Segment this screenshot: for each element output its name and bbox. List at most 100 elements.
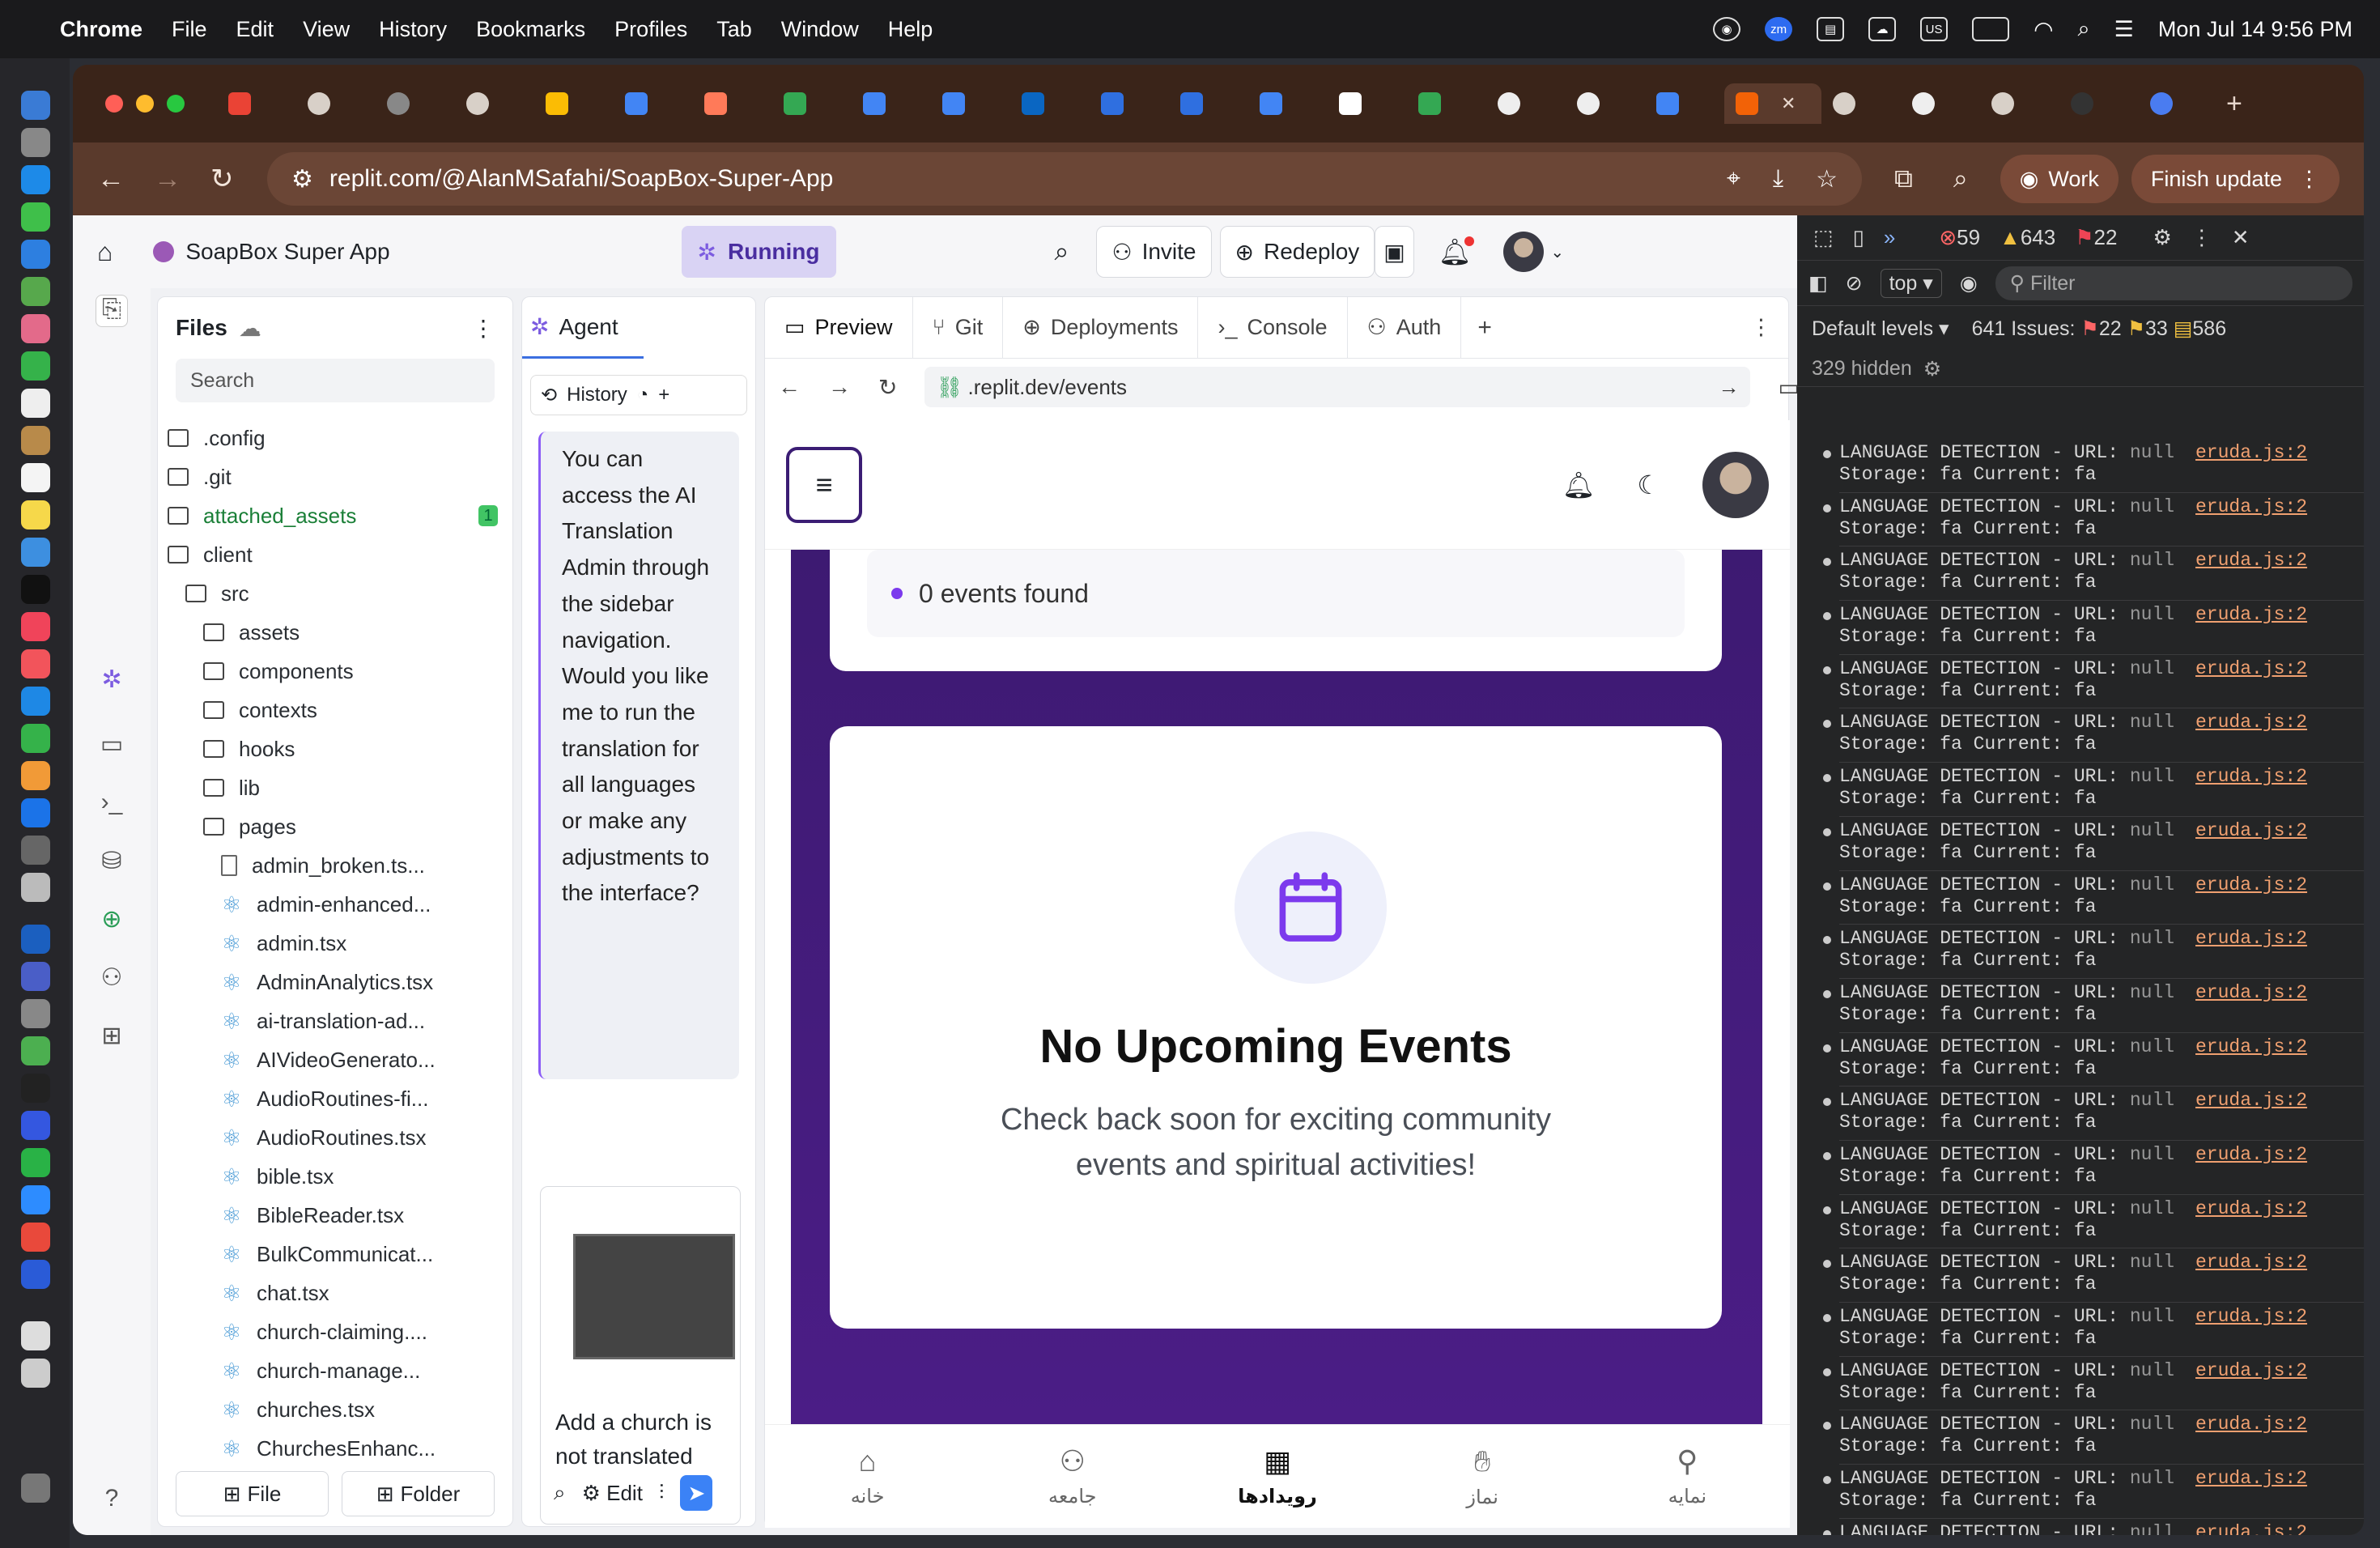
- agent-tab[interactable]: ✲ Agent: [522, 297, 644, 359]
- signal-icon[interactable]: [21, 1111, 50, 1140]
- maps-icon[interactable]: [21, 277, 50, 306]
- browser-tab[interactable]: [1566, 83, 1645, 124]
- mail-icon[interactable]: [21, 240, 50, 269]
- devtools-settings-icon[interactable]: ⚙: [2153, 225, 2171, 250]
- document-icon[interactable]: [21, 1321, 50, 1350]
- files-menu-icon[interactable]: ⋮: [472, 315, 495, 342]
- profile-work-button[interactable]: ◉ Work: [2000, 155, 2119, 203]
- notifications-bell-icon[interactable]: 🔔︎: [1439, 236, 1475, 267]
- app-user-avatar[interactable]: [1702, 451, 1769, 518]
- attached-screenshot-thumbnail[interactable]: [573, 1234, 735, 1359]
- console-log-row[interactable]: LANGUAGE DETECTION - URL: null Storage: f…: [1823, 1087, 2364, 1141]
- console-log-row[interactable]: LANGUAGE DETECTION - URL: null Storage: f…: [1823, 1195, 2364, 1249]
- screen-icon[interactable]: ▤: [1817, 17, 1845, 41]
- console-log-row[interactable]: LANGUAGE DETECTION - URL: null Storage: f…: [1823, 1357, 2364, 1411]
- preview-app-icon[interactable]: [21, 873, 50, 902]
- file-row[interactable]: ⚛ bible.tsx: [158, 1157, 512, 1196]
- console-log-row[interactable]: LANGUAGE DETECTION - URL: null Storage: f…: [1823, 1141, 2364, 1195]
- console-log-row[interactable]: LANGUAGE DETECTION - URL: null Storage: f…: [1823, 655, 2364, 709]
- browser-tab[interactable]: [1090, 83, 1169, 124]
- chevron-down-icon[interactable]: ⌄: [1550, 242, 1564, 262]
- info-count-badge[interactable]: ⚑22: [2075, 225, 2117, 250]
- console-log-row[interactable]: LANGUAGE DETECTION - URL: null Storage: f…: [1823, 1465, 2364, 1519]
- close-tab-icon[interactable]: ✕: [1781, 93, 1796, 114]
- database-tool-icon[interactable]: ⛁: [96, 847, 128, 879]
- zoom-window-button[interactable]: [167, 95, 185, 113]
- folder-row[interactable]: assets: [158, 613, 512, 652]
- file-row[interactable]: ⚛ AudioRoutines-fi...: [158, 1079, 512, 1118]
- keynote-icon[interactable]: [21, 687, 50, 716]
- home-icon[interactable]: ⌂: [97, 237, 113, 267]
- console-log-row[interactable]: LANGUAGE DETECTION - URL: null Storage: f…: [1823, 1303, 2364, 1357]
- safari-icon[interactable]: [21, 165, 50, 194]
- new-file-button[interactable]: ⊞ File: [176, 1471, 329, 1516]
- whatsapp-icon[interactable]: [21, 1148, 50, 1177]
- go-arrow-icon[interactable]: →: [1718, 375, 1739, 400]
- freeform-icon[interactable]: [21, 538, 50, 567]
- menu-file[interactable]: File: [172, 17, 207, 42]
- browser-tab[interactable]: [772, 83, 852, 124]
- location-icon[interactable]: ⌖: [1727, 165, 1740, 194]
- console-log-row[interactable]: LANGUAGE DETECTION - URL: null Storage: f…: [1823, 979, 2364, 1033]
- agent-tool-icon[interactable]: ✲: [96, 666, 128, 698]
- menu-edit[interactable]: Edit: [236, 17, 274, 42]
- log-source-link[interactable]: eruda.js:2: [2195, 1198, 2307, 1220]
- log-source-link[interactable]: eruda.js:2: [2195, 1090, 2307, 1112]
- log-levels-dropdown[interactable]: Default levels ▾: [1812, 317, 1949, 341]
- browser-tab[interactable]: [2139, 83, 2218, 124]
- search-icon[interactable]: ⌕: [1055, 236, 1069, 267]
- console-log-row[interactable]: LANGUAGE DETECTION - URL: null Storage: f…: [1823, 1033, 2364, 1087]
- file-row[interactable]: ⚛ ai-translation-ad...: [158, 1002, 512, 1040]
- tab-search-icon[interactable]: ⌕: [1953, 164, 1968, 194]
- site-info-icon[interactable]: ⚙: [291, 165, 313, 194]
- browser-tab[interactable]: [296, 83, 376, 124]
- live-expression-eye-icon[interactable]: ◉: [1960, 271, 1978, 296]
- log-source-link[interactable]: eruda.js:2: [2195, 1468, 2307, 1490]
- log-source-link[interactable]: eruda.js:2: [2195, 928, 2307, 950]
- tab-git[interactable]: ⑂ Git: [913, 296, 1004, 359]
- downloads-icon[interactable]: [21, 1359, 50, 1388]
- log-source-link[interactable]: eruda.js:2: [2195, 820, 2307, 842]
- console-log-row[interactable]: LANGUAGE DETECTION - URL: null Storage: f…: [1823, 546, 2364, 602]
- browser-tab[interactable]: [1486, 83, 1566, 124]
- onepassword-icon[interactable]: [21, 1260, 50, 1289]
- file-row[interactable]: ⚛ church-claiming....: [158, 1312, 512, 1351]
- console-log-row[interactable]: LANGUAGE DETECTION - URL: null Storage: f…: [1823, 871, 2364, 925]
- news-icon[interactable]: [21, 649, 50, 678]
- menu-tab[interactable]: Tab: [716, 17, 752, 42]
- invite-button[interactable]: ⚇ Invite: [1096, 226, 1212, 278]
- terminal-icon[interactable]: [21, 1074, 50, 1103]
- attach-icon[interactable]: ⌕: [554, 1480, 566, 1506]
- all-tools-icon[interactable]: ⊞: [96, 1022, 128, 1054]
- folder-row[interactable]: pages: [158, 807, 512, 846]
- log-source-link[interactable]: eruda.js:2: [2195, 1360, 2307, 1382]
- deploy-tool-icon[interactable]: ⊕: [96, 905, 128, 938]
- zoom-status-icon[interactable]: zm: [1765, 17, 1793, 41]
- teams-icon[interactable]: ☁: [1868, 17, 1897, 41]
- compose-text[interactable]: Add a church is not translated: [555, 1406, 742, 1474]
- sheets-icon[interactable]: [21, 1036, 50, 1065]
- browser-tab[interactable]: [2059, 83, 2139, 124]
- folder-row[interactable]: components: [158, 652, 512, 691]
- forward-icon[interactable]: →: [154, 164, 210, 195]
- hamburger-menu-button[interactable]: ≡: [786, 446, 862, 523]
- browser-tab[interactable]: [1407, 83, 1486, 124]
- browser-tab[interactable]: [852, 83, 931, 124]
- new-chat-icon[interactable]: +: [658, 384, 669, 406]
- devtools-menu-icon[interactable]: ⋮: [2191, 225, 2212, 250]
- menubar-clock[interactable]: Mon Jul 14 9:56 PM: [2158, 17, 2352, 42]
- browser-tab[interactable]: [1645, 83, 1724, 124]
- browser-tab[interactable]: [1901, 83, 1980, 124]
- console-log-row[interactable]: LANGUAGE DETECTION - URL: null Storage: f…: [1823, 439, 2364, 493]
- teams-dock-icon[interactable]: [21, 962, 50, 991]
- inspect-element-icon[interactable]: ⬚: [1813, 225, 1834, 250]
- address-bar[interactable]: ⚙ replit.com/@AlanMSafahi/SoapBox-Super-…: [267, 152, 1862, 206]
- finder-icon[interactable]: [21, 91, 50, 120]
- menu-view[interactable]: View: [303, 17, 350, 42]
- menu-app-name[interactable]: Chrome: [60, 17, 142, 42]
- console-log-row[interactable]: LANGUAGE DETECTION - URL: null Storage: f…: [1823, 817, 2364, 871]
- file-row[interactable]: ⚛ admin-enhanced...: [158, 885, 512, 924]
- context-selector[interactable]: top ▾: [1880, 268, 1942, 298]
- warning-count-badge[interactable]: ▲643: [2000, 225, 2055, 250]
- file-row[interactable]: ⚛ AudioRoutines.tsx: [158, 1118, 512, 1157]
